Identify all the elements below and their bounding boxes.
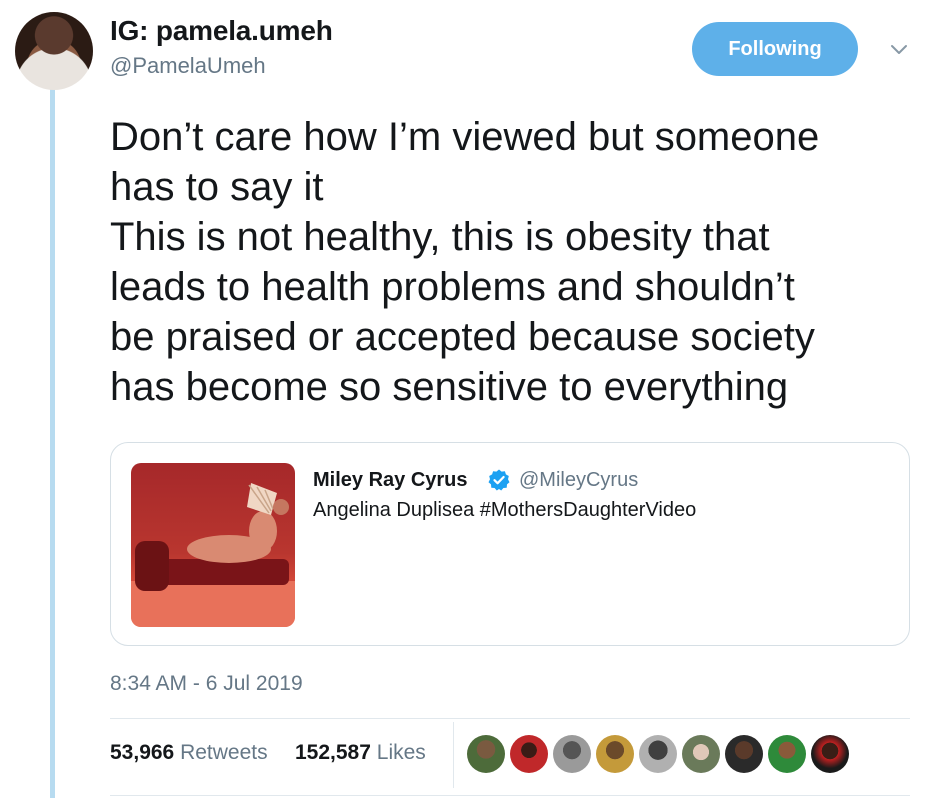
retweets-count: 53,966 (110, 741, 175, 764)
chevron-down-icon[interactable] (888, 38, 910, 60)
liker-avatar[interactable] (639, 735, 677, 773)
liker-avatar[interactable] (811, 735, 849, 773)
quoted-tweet-card[interactable]: Miley Ray Cyrus @MileyCyrus Angelina Dup… (110, 442, 910, 646)
tweet-text: Don’t care how I’m viewed but someone ha… (110, 112, 920, 412)
author-handle[interactable]: @PamelaUmeh (110, 53, 266, 79)
tweet-timestamp[interactable]: 8:34 AM - 6 Jul 2019 (110, 672, 303, 696)
quoted-author-handle[interactable]: @MileyCyrus (519, 469, 638, 492)
retweets-stat[interactable]: 53,966 Retweets (110, 741, 268, 765)
likes-label: Likes (376, 741, 426, 764)
tweet-line: has to say it (110, 165, 324, 209)
retweets-label: Retweets (180, 741, 268, 764)
tweet-line: be praised or accepted because society (110, 315, 815, 359)
avatar[interactable] (15, 12, 93, 90)
tweet-line: This is not healthy, this is obesity tha… (110, 215, 770, 259)
quoted-author-name[interactable]: Miley Ray Cyrus (313, 469, 468, 492)
tweet-line: has become so sensitive to everything (110, 365, 789, 409)
tweet-line: Don’t care how I’m viewed but someone (110, 115, 820, 159)
liker-avatar[interactable] (725, 735, 763, 773)
liker-avatar[interactable] (682, 735, 720, 773)
likes-stat[interactable]: 152,587 Likes (295, 741, 426, 765)
liker-avatars (467, 735, 854, 773)
tweet-line: leads to health problems and shouldn’t (110, 265, 795, 309)
divider (110, 795, 910, 796)
liker-avatar[interactable] (596, 735, 634, 773)
verified-badge-icon (488, 469, 510, 491)
following-button[interactable]: Following (692, 22, 858, 76)
thread-line (50, 86, 55, 798)
liker-avatar[interactable] (510, 735, 548, 773)
quoted-image-illustration (131, 483, 295, 627)
liker-avatar[interactable] (467, 735, 505, 773)
stats-separator (453, 722, 454, 788)
divider (110, 718, 910, 719)
likes-count: 152,587 (295, 741, 371, 764)
quoted-tweet-text: Angelina Duplisea #MothersDaughterVideo (313, 499, 697, 521)
quoted-tweet-image[interactable] (131, 463, 295, 627)
liker-avatar[interactable] (553, 735, 591, 773)
author-display-name[interactable]: IG: pamela.umeh (110, 15, 333, 47)
liker-avatar[interactable] (768, 735, 806, 773)
